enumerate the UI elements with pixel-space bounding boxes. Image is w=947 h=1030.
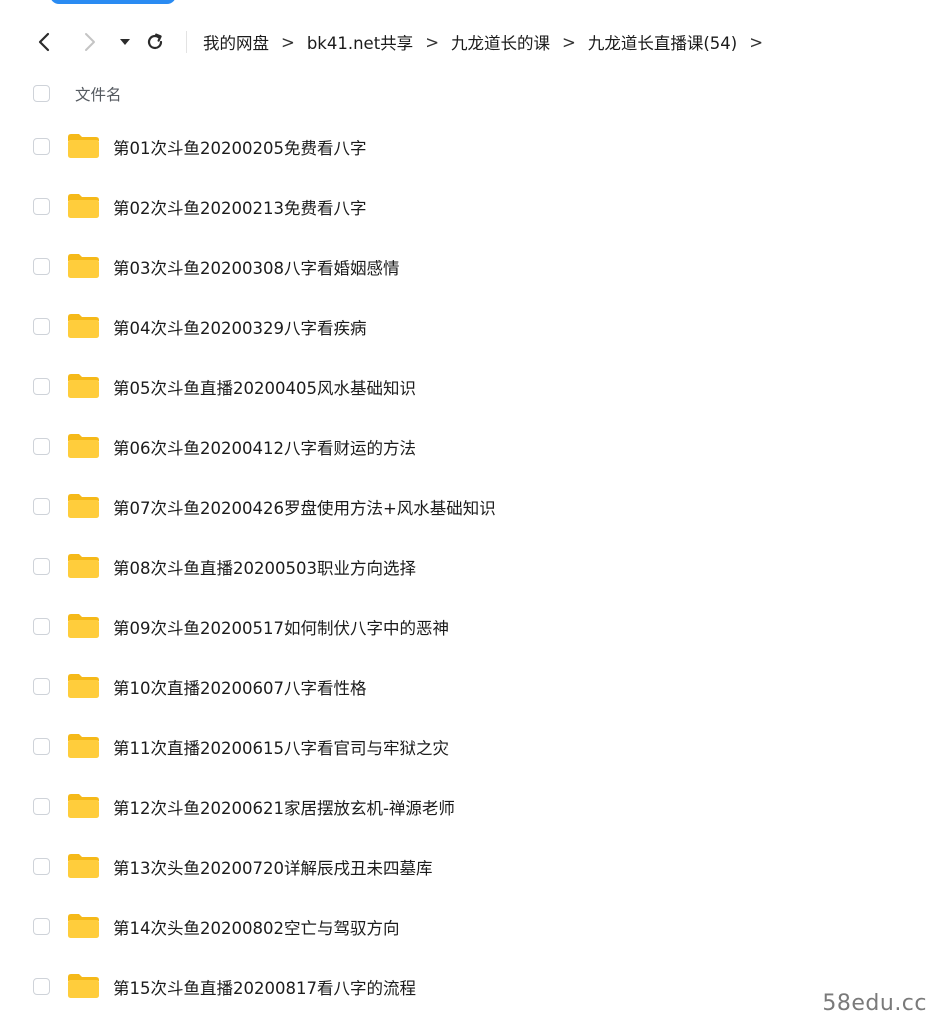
folder-name[interactable]: 第01次斗鱼20200205免费看八字 bbox=[113, 135, 366, 159]
folder-row[interactable]: 第03次斗鱼20200308八字看婚姻感情 bbox=[0, 237, 900, 297]
breadcrumb-item-bk41-share[interactable]: bk41.net共享 bbox=[307, 30, 413, 54]
row-checkbox[interactable] bbox=[33, 138, 50, 155]
breadcrumb-separator: > bbox=[749, 32, 764, 52]
folder-row[interactable]: 第01次斗鱼20200205免费看八字 bbox=[0, 117, 900, 177]
breadcrumb-separator: > bbox=[425, 32, 440, 52]
folder-icon bbox=[67, 733, 100, 759]
folder-row[interactable]: 第11次直播20200615八字看官司与牢狱之灾 bbox=[0, 717, 900, 777]
folder-icon bbox=[67, 433, 100, 459]
folder-name[interactable]: 第15次斗鱼直播20200817看八字的流程 bbox=[113, 975, 416, 999]
row-checkbox[interactable] bbox=[33, 498, 50, 515]
folder-name[interactable]: 第10次直播20200607八字看性格 bbox=[113, 675, 366, 699]
row-checkbox[interactable] bbox=[33, 738, 50, 755]
select-all-checkbox[interactable] bbox=[33, 85, 50, 102]
nav-divider bbox=[186, 31, 187, 53]
chevron-right-icon bbox=[85, 33, 95, 51]
folder-row[interactable]: 第15次斗鱼直播20200817看八字的流程 bbox=[0, 957, 900, 1017]
row-checkbox[interactable] bbox=[33, 198, 50, 215]
row-checkbox[interactable] bbox=[33, 618, 50, 635]
folder-icon bbox=[67, 913, 100, 939]
folder-row[interactable]: 第07次斗鱼20200426罗盘使用方法+风水基础知识 bbox=[0, 477, 900, 537]
folder-row[interactable]: 第10次直播20200607八字看性格 bbox=[0, 657, 900, 717]
folder-name[interactable]: 第08次斗鱼直播20200503职业方向选择 bbox=[113, 555, 416, 579]
folder-row[interactable]: 第04次斗鱼20200329八字看疾病 bbox=[0, 297, 900, 357]
file-list: 第01次斗鱼20200205免费看八字 第02次斗鱼20200213免费看八字 … bbox=[0, 117, 947, 1017]
chevron-left-icon bbox=[38, 32, 50, 52]
forward-button[interactable] bbox=[76, 28, 104, 56]
folder-name[interactable]: 第09次斗鱼20200517如何制伏八字中的恶神 bbox=[113, 615, 449, 639]
file-list-header: 文件名 bbox=[0, 80, 947, 108]
folder-name[interactable]: 第07次斗鱼20200426罗盘使用方法+风水基础知识 bbox=[113, 495, 496, 519]
row-checkbox[interactable] bbox=[33, 858, 50, 875]
active-tab-indicator bbox=[50, 0, 176, 4]
row-checkbox[interactable] bbox=[33, 258, 50, 275]
breadcrumb-separator: > bbox=[562, 32, 576, 52]
folder-icon bbox=[67, 493, 100, 519]
folder-row[interactable]: 第12次斗鱼20200621家居摆放玄机-禅源老师 bbox=[0, 777, 900, 837]
folder-name[interactable]: 第02次斗鱼20200213免费看八字 bbox=[113, 195, 366, 219]
row-checkbox[interactable] bbox=[33, 918, 50, 935]
caret-down-icon bbox=[120, 39, 130, 45]
folder-icon bbox=[67, 853, 100, 879]
folder-icon bbox=[67, 193, 100, 219]
folder-icon bbox=[67, 673, 100, 699]
row-checkbox[interactable] bbox=[33, 438, 50, 455]
row-checkbox[interactable] bbox=[33, 978, 50, 995]
folder-row[interactable]: 第13次头鱼20200720详解辰戌丑未四墓库 bbox=[0, 837, 900, 897]
refresh-button[interactable] bbox=[141, 28, 169, 56]
folder-icon bbox=[67, 373, 100, 399]
folder-name[interactable]: 第14次头鱼20200802空亡与驾驭方向 bbox=[113, 915, 399, 939]
folder-icon bbox=[67, 613, 100, 639]
filename-column-header[interactable]: 文件名 bbox=[75, 83, 122, 105]
watermark: 58edu.cc bbox=[822, 991, 927, 1016]
folder-row[interactable]: 第06次斗鱼20200412八字看财运的方法 bbox=[0, 417, 900, 477]
folder-icon bbox=[67, 133, 100, 159]
folder-icon bbox=[67, 973, 100, 999]
folder-row[interactable]: 第02次斗鱼20200213免费看八字 bbox=[0, 177, 900, 237]
folder-icon bbox=[67, 793, 100, 819]
folder-name[interactable]: 第04次斗鱼20200329八字看疾病 bbox=[113, 315, 366, 339]
navigation-bar: 我的网盘 > bk41.net共享 > 九龙道长的课 > 九龙道长直播课(54)… bbox=[0, 22, 947, 62]
breadcrumb-separator: > bbox=[281, 32, 295, 52]
breadcrumb-item-course[interactable]: 九龙道长的课 bbox=[451, 30, 550, 54]
row-checkbox[interactable] bbox=[33, 798, 50, 815]
row-checkbox[interactable] bbox=[33, 378, 50, 395]
folder-icon bbox=[67, 553, 100, 579]
folder-name[interactable]: 第06次斗鱼20200412八字看财运的方法 bbox=[113, 435, 416, 459]
breadcrumb-item-my-drive[interactable]: 我的网盘 bbox=[203, 30, 269, 54]
folder-name[interactable]: 第03次斗鱼20200308八字看婚姻感情 bbox=[113, 255, 399, 279]
folder-row[interactable]: 第05次斗鱼直播20200405风水基础知识 bbox=[0, 357, 900, 417]
folder-name[interactable]: 第05次斗鱼直播20200405风水基础知识 bbox=[113, 375, 416, 399]
folder-icon bbox=[67, 313, 100, 339]
refresh-icon bbox=[147, 33, 163, 50]
row-checkbox[interactable] bbox=[33, 318, 50, 335]
row-checkbox[interactable] bbox=[33, 558, 50, 575]
breadcrumb-item-current-folder[interactable]: 九龙道长直播课(54) bbox=[588, 30, 737, 54]
folder-icon bbox=[67, 253, 100, 279]
folder-name[interactable]: 第11次直播20200615八字看官司与牢狱之灾 bbox=[113, 735, 449, 759]
history-dropdown-button[interactable] bbox=[111, 28, 139, 56]
breadcrumb: 我的网盘 > bk41.net共享 > 九龙道长的课 > 九龙道长直播课(54)… bbox=[203, 30, 775, 54]
back-button[interactable] bbox=[30, 28, 58, 56]
row-checkbox[interactable] bbox=[33, 678, 50, 695]
folder-name[interactable]: 第12次斗鱼20200621家居摆放玄机-禅源老师 bbox=[113, 795, 455, 819]
folder-row[interactable]: 第08次斗鱼直播20200503职业方向选择 bbox=[0, 537, 900, 597]
folder-row[interactable]: 第09次斗鱼20200517如何制伏八字中的恶神 bbox=[0, 597, 900, 657]
folder-row[interactable]: 第14次头鱼20200802空亡与驾驭方向 bbox=[0, 897, 900, 957]
folder-name[interactable]: 第13次头鱼20200720详解辰戌丑未四墓库 bbox=[113, 855, 432, 879]
